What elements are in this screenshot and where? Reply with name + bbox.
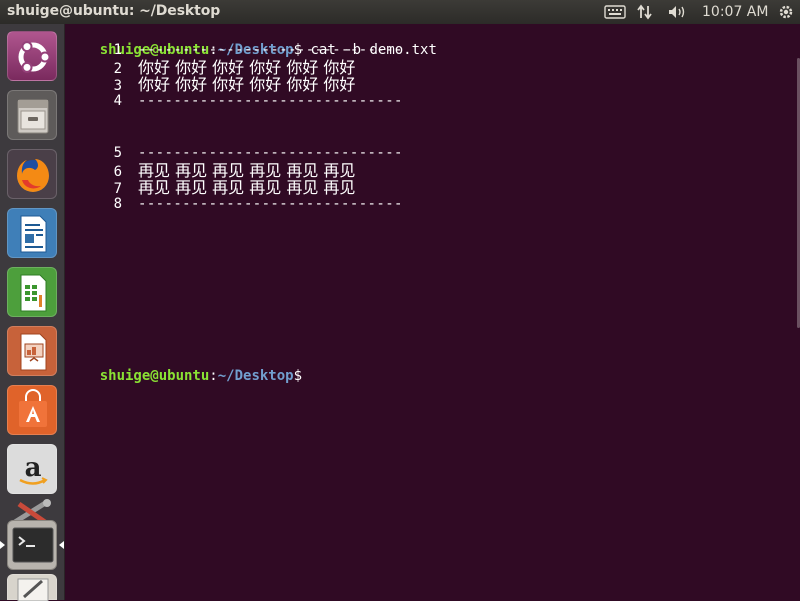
launcher-item-ubuntu-software[interactable] [7,385,57,435]
prompt-line: shuige@ubuntu:~/Desktop$ [66,348,310,384]
writer-document-icon [20,215,47,253]
output-line: 7 再见 再见 再见 再见 再见 再见 [66,178,356,197]
network-arrows-icon[interactable] [636,4,654,22]
impress-presentation-icon [20,333,47,371]
launcher-item-ubuntu-dash[interactable] [7,31,57,81]
cursor [302,365,310,380]
keyboard-icon[interactable] [604,4,626,22]
window-title: shuige@ubuntu: ~/Desktop [7,3,221,19]
output-line: 4 ------------------------------ [66,93,403,110]
launcher-item-libreoffice-writer[interactable] [7,208,57,258]
launcher-item-terminal[interactable] [7,520,57,570]
terminal-icon [12,527,54,563]
active-app-right-arrow-icon [59,541,64,549]
prompt-user: shuige@ubuntu [99,368,210,384]
clock[interactable]: 10:07 AM [702,4,768,20]
terminal-window[interactable]: shuige@ubuntu:~/Desktop$ cat -b demo.txt… [65,24,800,600]
firefox-icon [17,159,49,192]
line-number: 5 [113,145,122,161]
shopping-bag-icon [19,389,47,427]
output-line: 3 你好 你好 你好 你好 你好 你好 [66,75,356,94]
prompt-separator: : [209,368,218,384]
line-text: 再见 再见 再见 再见 再见 再见 [138,178,356,197]
active-app-left-arrow-icon [0,541,5,549]
file-cabinet-icon [17,99,49,134]
amazon-icon: a [19,453,48,485]
launcher-item-libreoffice-impress[interactable] [7,326,57,376]
output-line: 6 再见 再见 再见 再见 再见 再见 [66,162,356,180]
prompt-end: $ [293,368,303,384]
power-gear-icon[interactable] [777,3,795,21]
output-line: 8 ------------------------------ [66,196,403,213]
output-line: 1 ------------------------------ [66,42,403,59]
launcher-item-files[interactable] [7,90,57,140]
launcher-item-libreoffice-calc[interactable] [7,267,57,317]
line-text: 你好 你好 你好 你好 你好 你好 [138,75,356,94]
launcher-item-firefox[interactable] [7,149,57,199]
line-number: 8 [113,196,122,212]
command-line: shuige@ubuntu:~/Desktop$ cat -b demo.txt [66,25,437,58]
line-text: ------------------------------ [138,196,403,212]
launcher: a [0,24,65,601]
launcher-item-amazon[interactable]: a [7,444,57,494]
launcher-item-text-editor[interactable] [7,574,57,601]
line-number: 4 [113,93,122,109]
calc-spreadsheet-icon [20,274,47,312]
output-line: 2 你好 你好 你好 你好 你好 你好 [66,59,356,77]
line-text: ------------------------------ [138,42,403,58]
svg-text:a: a [25,453,42,483]
line-number: 1 [113,42,122,58]
text-editor-icon [17,578,49,601]
prompt-path: ~/Desktop [217,368,294,384]
ubuntu-logo-icon [18,41,51,73]
line-text: ------------------------------ [138,145,403,161]
output-line: 5 ------------------------------ [66,145,403,162]
volume-icon[interactable] [667,4,689,22]
line-text: ------------------------------ [138,93,403,109]
top-panel: shuige@ubuntu: ~/Desktop 10:07 AM [0,0,800,24]
